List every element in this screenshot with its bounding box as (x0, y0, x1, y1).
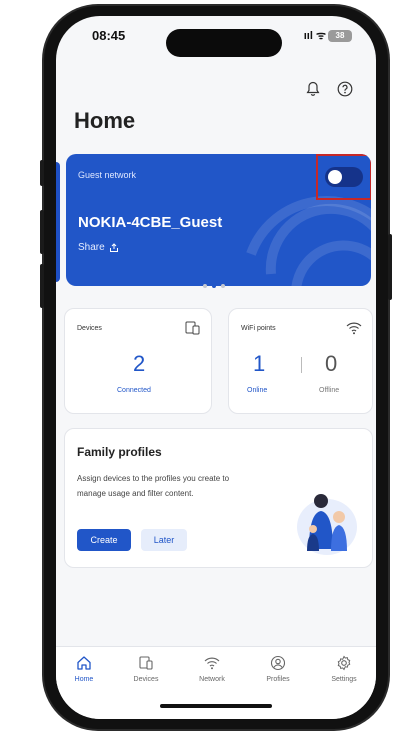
battery-icon: 38 (328, 30, 352, 42)
nav-home[interactable]: Home (56, 655, 112, 683)
wifi-icon (204, 657, 220, 670)
help-icon[interactable] (336, 80, 354, 98)
wifi-offline-count: 0 (325, 351, 338, 376)
header-actions (304, 80, 354, 98)
guest-network-toggle[interactable] (325, 167, 363, 187)
devices-card[interactable]: Devices 2 Connected (64, 308, 212, 414)
guest-network-card[interactable]: Guest network NOKIA-4CBE_Guest Share (66, 154, 371, 286)
signal-wifi-icon: ııl ᯤ (303, 30, 326, 42)
nav-profiles-label: Profiles (266, 676, 290, 683)
side-button-volume-up (40, 210, 44, 254)
carousel-dots (203, 284, 225, 288)
carousel-dot[interactable] (203, 284, 207, 288)
divider (301, 357, 302, 373)
family-profiles-description: Assign devices to the profiles you creat… (77, 474, 230, 498)
nav-home-label: Home (74, 676, 94, 683)
devices-icon (185, 321, 200, 335)
guest-ssid: NOKIA-4CBE_Guest (78, 214, 223, 231)
profile-icon (270, 655, 286, 671)
page-title: Home (74, 108, 136, 133)
nav-settings[interactable]: Settings (316, 655, 372, 683)
nav-devices[interactable]: Devices (118, 655, 174, 683)
app-screen: 08:45 ııl ᯤ 38 Home Guest network NOKIA-… (56, 16, 376, 719)
home-indicator (160, 704, 272, 708)
nav-network[interactable]: Network (184, 655, 240, 683)
toggle-highlight (316, 154, 371, 200)
share-icon (109, 242, 118, 252)
side-button-power (388, 234, 392, 300)
nav-settings-label: Settings (331, 676, 357, 683)
bottom-navigation: Home Devices Network Profiles Settings (56, 646, 376, 719)
home-icon (77, 656, 91, 670)
devices-icon (139, 656, 153, 670)
side-button-volume-down (40, 264, 44, 308)
family-profiles-card: Family profiles Assign devices to the pr… (64, 428, 373, 568)
devices-connected-label: Connected (117, 387, 151, 394)
dynamic-island (166, 29, 282, 57)
toggle-knob (328, 170, 342, 184)
wifi-icon (346, 322, 362, 335)
status-bar: 08:45 ııl ᯤ 38 (56, 16, 376, 60)
carousel-dot-active[interactable] (212, 284, 216, 288)
wifi-offline-label: Offline (319, 387, 340, 394)
devices-card-label: Devices (77, 325, 102, 332)
nav-profiles[interactable]: Profiles (250, 655, 306, 683)
carousel-prev-card[interactable] (56, 162, 60, 282)
side-button-mute (40, 160, 44, 186)
nav-network-label: Network (199, 676, 225, 683)
later-button[interactable]: Later (141, 529, 187, 551)
wifi-card-label: WiFi points (241, 325, 276, 332)
wifi-points-card[interactable]: WiFi points 1 0 Online Offline (228, 308, 373, 414)
wifi-online-label: Online (247, 387, 268, 394)
family-profiles-title: Family profiles (77, 445, 162, 459)
status-time: 08:45 (92, 28, 126, 43)
create-button[interactable]: Create (77, 529, 131, 551)
devices-count: 2 (133, 351, 146, 376)
share-label: Share (78, 242, 105, 253)
settings-icon (337, 655, 351, 671)
guest-network-label: Guest network (78, 170, 137, 180)
bell-icon[interactable] (304, 80, 322, 98)
share-button[interactable]: Share (78, 242, 119, 253)
family-illustration (297, 494, 357, 555)
carousel-dot[interactable] (221, 284, 225, 288)
wifi-online-count: 1 (253, 351, 266, 376)
nav-devices-label: Devices (133, 676, 159, 683)
